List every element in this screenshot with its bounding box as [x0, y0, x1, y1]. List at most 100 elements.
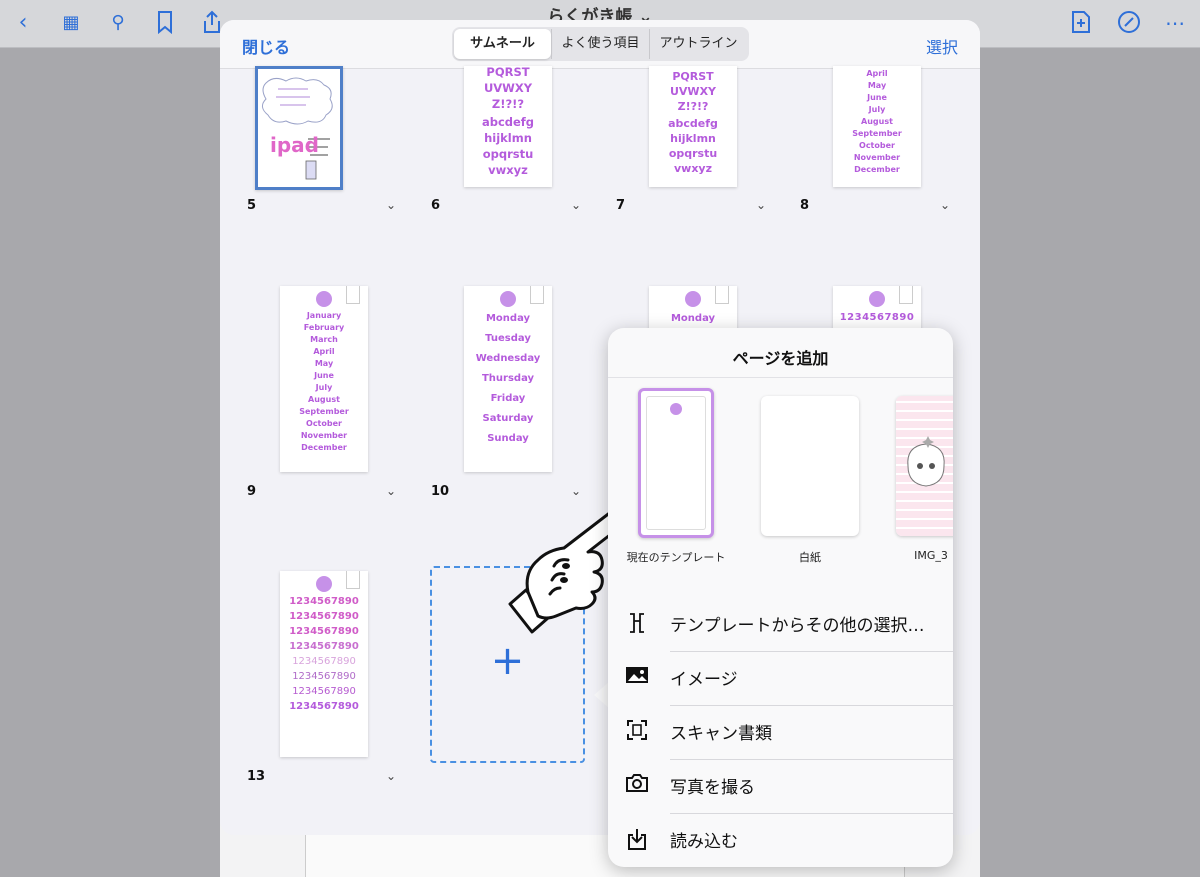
page-number: 5	[247, 198, 257, 213]
digits-line: 1234567890	[289, 641, 359, 652]
pen-icon[interactable]	[1116, 10, 1142, 36]
digits-line: 1234567890	[289, 626, 359, 637]
month-line: October	[859, 141, 895, 150]
page-thumbnail-5[interactable]: ipad	[255, 66, 343, 190]
logo-badge	[685, 291, 701, 307]
menu-label: 読み込む	[670, 832, 738, 852]
month-line: June	[314, 371, 334, 380]
line-uvwxy: UVWXY	[669, 85, 717, 98]
month-line: May	[867, 81, 887, 90]
page-number: 6	[431, 198, 441, 213]
page-thumbnail-6[interactable]: PQRST UVWXY Z!?!? abcdefg hijklmn opqrst…	[464, 66, 552, 187]
line-punct: Z!?!?	[677, 100, 709, 113]
line-hij: hijklmn	[484, 131, 532, 145]
page-thumbnail-9[interactable]: January February March April May June Ju…	[280, 286, 368, 472]
tab-favorites[interactable]: よく使う項目	[551, 29, 650, 59]
month-line: December	[301, 443, 347, 452]
menu-item-scan[interactable]: スキャン書類	[608, 705, 953, 759]
month-line: August	[308, 395, 340, 404]
chevron-down-icon[interactable]: ⌄	[571, 198, 581, 212]
page-thumbnail-8[interactable]: April May June July August September Oct…	[833, 66, 921, 187]
separator	[670, 705, 953, 706]
menu-item-import[interactable]: 読み込む	[608, 813, 953, 867]
month-line: November	[853, 153, 901, 162]
line-vwx: vwxyz	[673, 162, 712, 175]
month-line: January	[306, 311, 342, 320]
chevron-down-icon[interactable]: ⌄	[386, 198, 396, 212]
tab-thumbnails[interactable]: サムネール	[454, 29, 551, 59]
bookmark-ribbon	[530, 286, 544, 304]
weekday-line: Tuesday	[485, 333, 531, 344]
line-pqrst: PQRST	[672, 70, 714, 83]
menu-label: イメージ	[670, 670, 738, 690]
sheet-header: 閉じる サムネール よく使う項目 アウトライン 選択	[220, 20, 980, 69]
camera-icon	[624, 773, 650, 799]
line-opq: opqrstu	[482, 147, 534, 161]
chevron-down-icon[interactable]: ⌄	[571, 484, 581, 498]
bookmark-ribbon	[715, 286, 729, 304]
page-number: 9	[247, 484, 257, 499]
month-line: February	[303, 323, 345, 332]
tab-outline[interactable]: アウトライン	[650, 29, 747, 59]
chevron-down-icon[interactable]: ⌄	[386, 484, 396, 498]
month-line: December	[854, 165, 900, 174]
logo-badge	[316, 291, 332, 307]
menu-item-image[interactable]: イメージ	[608, 651, 953, 705]
menu-item-more-templates[interactable]: テンプレートからその他の選択…	[608, 597, 953, 651]
month-line: August	[861, 117, 893, 126]
plus-icon: +	[490, 638, 525, 684]
month-line: September	[299, 407, 349, 416]
chevron-down-icon[interactable]: ⌄	[386, 769, 396, 783]
divider	[608, 377, 953, 378]
page-number: 10	[431, 484, 450, 499]
chevron-down-icon[interactable]: ⌄	[756, 198, 766, 212]
logo-badge	[316, 576, 332, 592]
bookmark-ribbon	[346, 571, 360, 589]
logo-badge	[869, 291, 885, 307]
add-page-icon[interactable]	[1068, 10, 1094, 36]
template-label: IMG_3	[914, 549, 948, 562]
line-hij: hijklmn	[670, 132, 716, 145]
month-line: May	[314, 359, 334, 368]
page-thumbnail-7[interactable]: PQRST UVWXY Z!?!? abcdefg hijklmn opqrst…	[649, 66, 737, 187]
close-button[interactable]: 閉じる	[242, 34, 290, 58]
month-line: April	[866, 69, 888, 78]
page-number: 8	[800, 198, 810, 213]
separator	[670, 813, 953, 814]
menu-label: スキャン書類	[670, 724, 772, 744]
chevron-down-icon[interactable]: ⌄	[940, 198, 950, 212]
logo-badge	[670, 403, 682, 415]
page-number: 13	[247, 769, 266, 784]
select-button[interactable]: 選択	[926, 34, 958, 58]
month-line: July	[315, 383, 333, 392]
digits-line: 1234567890	[289, 596, 359, 607]
digits-line: 1234567890	[289, 701, 359, 712]
more-icon[interactable]: ⋯	[1162, 10, 1188, 36]
bookmark-ribbon	[899, 286, 913, 304]
add-page-popover: ページを追加 現在のテンプレート 白紙 IMG_3 テンプレートからその他の選択…	[608, 328, 953, 867]
month-line: November	[300, 431, 348, 440]
digits-line: 1234567890	[292, 656, 356, 667]
line-abc: abcdefg	[481, 115, 535, 129]
separator	[670, 651, 953, 652]
template-card	[761, 396, 859, 536]
template-label: 白紙	[799, 551, 821, 564]
page-thumbnail-10[interactable]: Monday Tuesday Wednesday Thursday Friday…	[464, 286, 552, 472]
sticker-image	[907, 436, 945, 487]
month-line: September	[852, 129, 902, 138]
page-thumbnail-13[interactable]: 1234567890 1234567890 1234567890 1234567…	[280, 571, 368, 757]
logo-badge	[500, 291, 516, 307]
menu-label: 写真を撮る	[670, 778, 755, 798]
weekday-line: Sunday	[487, 433, 529, 444]
line-opq: opqrstu	[668, 147, 718, 160]
bookmark-ribbon	[346, 286, 360, 304]
page-number: 7	[616, 198, 626, 213]
digits-line: 1234567890	[289, 611, 359, 622]
template-label: 現在のテンプレート	[626, 551, 726, 564]
view-segmented-control: サムネール よく使う項目 アウトライン	[452, 27, 749, 61]
digits-line: 1234567890	[292, 671, 356, 682]
menu-item-take-photo[interactable]: 写真を撮る	[608, 759, 953, 813]
template-card-selected	[638, 388, 714, 538]
digits-line: 1234567890	[292, 686, 356, 697]
page-5-sketch	[262, 77, 333, 180]
